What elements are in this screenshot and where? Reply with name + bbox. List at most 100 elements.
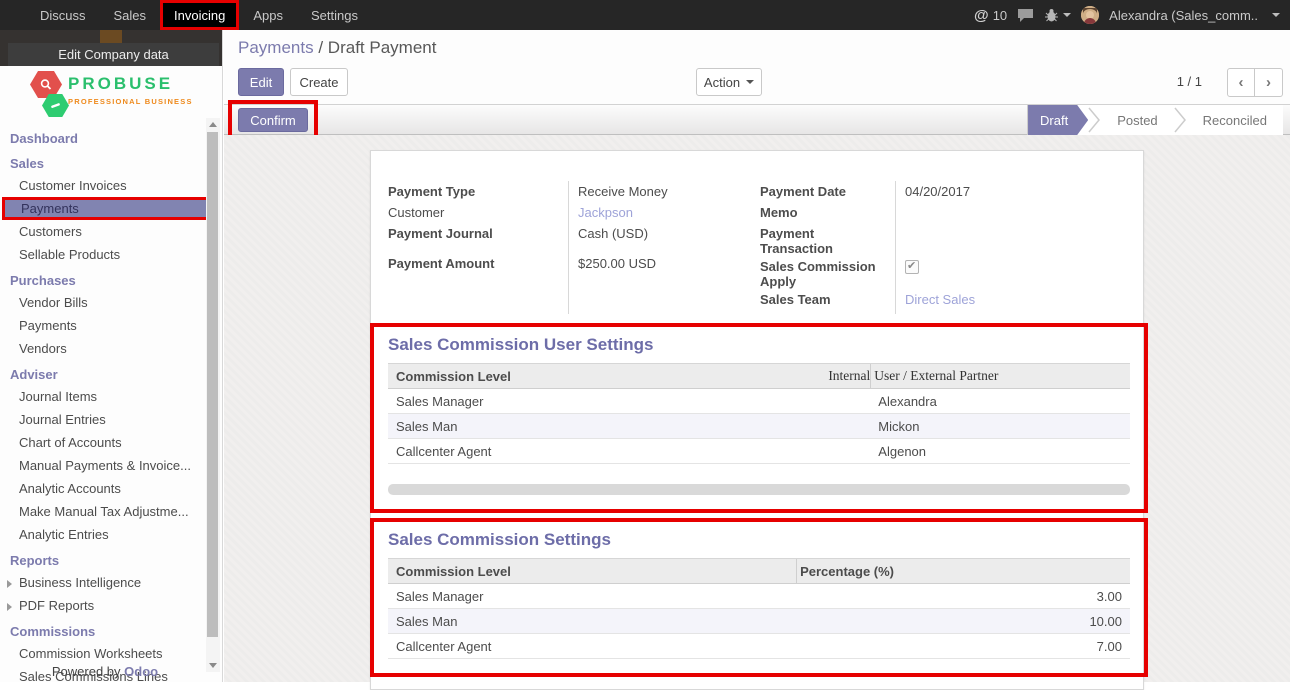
scroll-up-icon[interactable] [209, 122, 217, 127]
page-title: Draft Payment [328, 38, 437, 57]
table-row[interactable]: Sales Man 10.00 [388, 609, 1130, 634]
main-panel: Payments / Draft Payment Edit Create Act… [224, 30, 1290, 682]
commission-user-settings-section: Sales Commission User Settings Commissio… [370, 323, 1148, 513]
powered-by-text: Powered by [52, 664, 121, 679]
sidebar-item-manual-tax-adjustment[interactable]: Make Manual Tax Adjustme... [0, 500, 205, 523]
logo-tagline: PROFESSIONAL BUSINESS [68, 97, 193, 106]
pager-next-button[interactable]: › [1255, 68, 1283, 97]
scrollbar-thumb[interactable] [207, 132, 218, 637]
at-icon: @ [974, 7, 989, 24]
percentage-cell: 7.00 [796, 639, 1130, 654]
sidebar-item-business-intelligence[interactable]: Business Intelligence [0, 571, 205, 594]
payment-type-value: Receive Money [568, 181, 668, 199]
sidebar-item-analytic-entries[interactable]: Analytic Entries [0, 523, 205, 546]
sidebar-item-customer-invoices[interactable]: Customer Invoices [0, 174, 205, 197]
statusbar: Draft Posted Reconciled [1027, 105, 1283, 135]
pager-previous-button[interactable]: ‹ [1227, 68, 1255, 97]
sidebar-menu: Dashboard Sales Customer Invoices Paymen… [0, 120, 205, 682]
sidebar-item-journal-items[interactable]: Journal Items [0, 385, 205, 408]
payment-date-label: Payment Date [760, 181, 895, 199]
sidebar-item-vendor-bills[interactable]: Vendor Bills [0, 291, 205, 314]
sidebar-item-journal-entries[interactable]: Journal Entries [0, 408, 205, 431]
payment-date-value: 04/20/2017 [895, 181, 970, 199]
sales-commission-apply-checkbox[interactable] [905, 260, 919, 274]
company-logo[interactable]: PROBUSE PROFESSIONAL BUSINESS [0, 68, 222, 120]
horizontal-scrollbar[interactable] [388, 484, 1130, 495]
table-row[interactable]: Sales Man Mickon [388, 414, 1130, 439]
scroll-down-icon[interactable] [209, 663, 217, 668]
payment-transaction-value [895, 223, 905, 226]
debug-bug-icon[interactable] [1044, 8, 1071, 23]
sidebar-heading-reports: Reports [0, 546, 205, 571]
dropdown-caret-icon [746, 80, 754, 84]
percentage-header[interactable]: Percentage (%) [796, 559, 1130, 583]
nav-item-discuss[interactable]: Discuss [26, 0, 100, 30]
sales-team-link[interactable]: Direct Sales [895, 289, 975, 307]
form-right-column: Payment Date 04/20/2017 Memo Payment Tra… [760, 181, 1125, 310]
table-row[interactable]: Callcenter Agent Algenon [388, 439, 1130, 464]
breadcrumb: Payments / Draft Payment [238, 38, 436, 58]
sidebar-item-payments[interactable]: Payments [2, 197, 212, 220]
sidebar-item-commission-worksheets[interactable]: Commission Worksheets [0, 642, 205, 665]
table-header: Commission Level Internal User / Externa… [388, 363, 1130, 389]
payment-amount-label: Payment Amount [388, 253, 568, 271]
sidebar-item-pdf-reports[interactable]: PDF Reports [0, 594, 205, 617]
messages-icon[interactable] [1017, 8, 1034, 23]
commission-user-settings-table: Commission Level Internal User / Externa… [388, 363, 1130, 464]
nav-item-apps[interactable]: Apps [239, 0, 297, 30]
customer-link[interactable]: Jackpson [568, 202, 633, 220]
create-button[interactable]: Create [290, 68, 348, 96]
sidebar-heading-sales: Sales [0, 149, 205, 174]
sidebar-item-purchase-payments[interactable]: Payments [0, 314, 205, 337]
sidebar-heading-commissions: Commissions [0, 617, 205, 642]
top-navbar: Discuss Sales Invoicing Apps Settings @ … [0, 0, 1290, 30]
actions-row: Edit Create Action 1 / 1 ‹ › [224, 68, 1290, 98]
sidebar-item-chart-of-accounts[interactable]: Chart of Accounts [0, 431, 205, 454]
status-step-reconciled[interactable]: Reconciled [1187, 105, 1283, 135]
sidebar-item-label: PDF Reports [19, 598, 94, 613]
sidebar-item-vendors[interactable]: Vendors [0, 337, 205, 360]
main-menu: Discuss Sales Invoicing Apps Settings [0, 0, 372, 30]
status-step-draft[interactable]: Draft [1028, 105, 1088, 135]
table-row[interactable]: Sales Manager 3.00 [388, 584, 1130, 609]
user-external-partner-header[interactable]: User / External Partner [870, 364, 1130, 388]
edit-button[interactable]: Edit [238, 68, 284, 96]
mentions-counter[interactable]: @ 10 [974, 7, 1007, 24]
sidebar-heading-dashboard[interactable]: Dashboard [0, 124, 205, 149]
sidebar-heading-adviser: Adviser [0, 360, 205, 385]
nav-item-settings[interactable]: Settings [297, 0, 372, 30]
sidebar-item-analytic-accounts[interactable]: Analytic Accounts [0, 477, 205, 500]
memo-value [895, 202, 905, 205]
status-step-posted[interactable]: Posted [1101, 105, 1173, 135]
expand-caret-icon [7, 580, 12, 588]
commission-level-header[interactable]: Commission Level [396, 369, 511, 384]
user-menu-caret-icon [1272, 13, 1280, 17]
commission-settings-table: Commission Level Percentage (%) Sales Ma… [388, 558, 1130, 659]
action-dropdown[interactable]: Action [696, 68, 762, 96]
user-avatar[interactable] [1081, 6, 1099, 24]
internal-header-fragment: Internal [828, 368, 870, 384]
powered-by-odoo[interactable]: Powered by Odoo [0, 664, 210, 679]
sidebar-item-manual-payments[interactable]: Manual Payments & Invoice... [0, 454, 205, 477]
user-cell: Mickon [870, 419, 1130, 434]
confirm-button[interactable]: Confirm [238, 108, 308, 132]
commission-level-header[interactable]: Commission Level [388, 564, 796, 579]
nav-item-sales[interactable]: Sales [100, 0, 161, 30]
table-row[interactable]: Callcenter Agent 7.00 [388, 634, 1130, 659]
pager-counter: 1 / 1 [1177, 74, 1202, 89]
breadcrumb-payments-link[interactable]: Payments [238, 38, 314, 57]
customer-label: Customer [388, 202, 568, 220]
table-header: Commission Level Percentage (%) [388, 558, 1130, 584]
sidebar-item-sellable-products[interactable]: Sellable Products [0, 243, 205, 266]
commission-level-cell: Sales Manager [388, 589, 796, 604]
user-menu[interactable]: Alexandra (Sales_comm.. [1109, 8, 1258, 23]
table-row[interactable]: Sales Manager Alexandra [388, 389, 1130, 414]
commission-user-settings-title: Sales Commission User Settings [388, 335, 1144, 355]
memo-label: Memo [760, 202, 895, 220]
edit-company-button[interactable]: Edit Company data [8, 43, 219, 66]
sidebar-item-customers[interactable]: Customers [0, 220, 205, 243]
breadcrumb-separator: / [318, 38, 323, 57]
status-separator-icon [1088, 106, 1101, 134]
sidebar-scrollbar[interactable] [206, 118, 220, 672]
nav-item-invoicing[interactable]: Invoicing [160, 0, 239, 30]
